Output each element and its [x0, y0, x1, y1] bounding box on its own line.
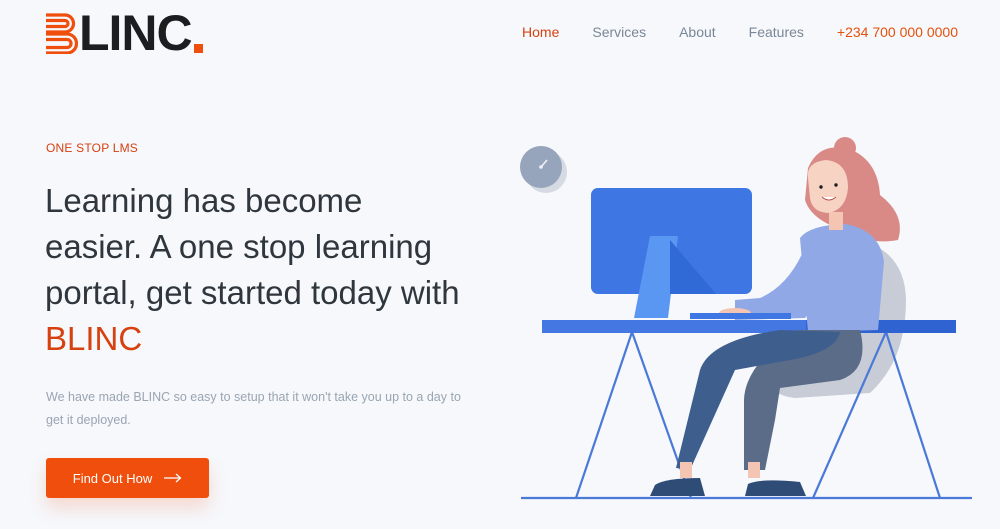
- brand-logo[interactable]: LINC: [44, 5, 203, 61]
- nav-about[interactable]: About: [679, 24, 716, 40]
- site-header: LINC Home Services About Features +234 7…: [0, 0, 1000, 70]
- hero-headline-text: Learning has become easier. A one stop l…: [45, 182, 460, 311]
- cta-label: Find Out How: [72, 470, 153, 486]
- clock-icon: [520, 146, 567, 193]
- hero-headline-brand: BLINC: [45, 320, 143, 357]
- hero-eyebrow: ONE STOP LMS: [46, 141, 138, 155]
- logo-dot: [193, 44, 203, 53]
- arrow-right-icon: [164, 473, 182, 483]
- nav-home[interactable]: Home: [522, 24, 559, 40]
- hero-description: We have made BLINC so easy to setup that…: [46, 390, 461, 427]
- nav-phone-link[interactable]: +234 700 000 0000: [837, 24, 958, 40]
- woman-at-computer-desk-illustration: [520, 137, 972, 500]
- find-out-how-button[interactable]: Find Out How: [46, 458, 209, 498]
- logo-text: LINC: [79, 5, 193, 61]
- nav-services[interactable]: Services: [592, 24, 646, 40]
- striped-b-icon: [46, 13, 78, 54]
- nav-features[interactable]: Features: [749, 24, 804, 40]
- main-nav: Home Services About Features +234 700 00…: [489, 24, 958, 40]
- hero-headline: Learning has become easier. A one stop l…: [45, 178, 465, 362]
